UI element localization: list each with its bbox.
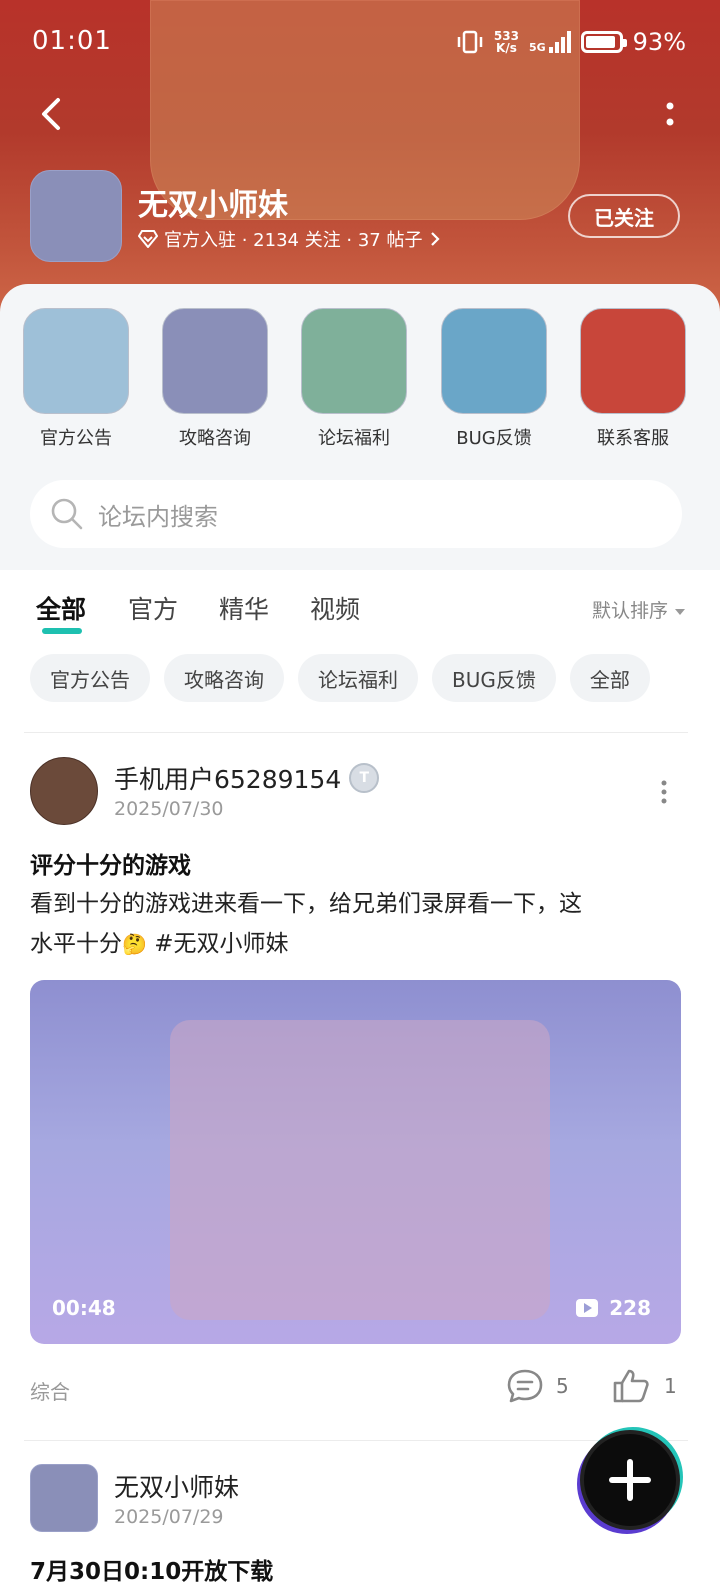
quick-nav-benefits[interactable]: 论坛福利	[294, 308, 414, 450]
tab-label: 官方	[128, 595, 179, 624]
sort-label: 默认排序	[591, 600, 668, 622]
status-icons: 533 K/s 5G 93%	[456, 28, 686, 56]
battery-icon	[580, 31, 627, 53]
create-post-button[interactable]	[580, 1430, 680, 1530]
post-author-avatar[interactable]	[30, 757, 98, 825]
quick-nav-thumb	[23, 308, 129, 414]
quick-nav-bug-report[interactable]: BUG反馈	[434, 308, 554, 450]
comment-icon	[507, 1369, 543, 1403]
comment-count: 5	[556, 1374, 569, 1398]
post-author[interactable]: 手机用户65289154 T	[114, 760, 380, 796]
more-options-button[interactable]	[660, 98, 680, 134]
forum-header: 01:01 533 K/s 5G 93% 无双小师妹 官方入驻 · 2134 关…	[0, 0, 720, 330]
more-vertical-icon	[661, 780, 667, 804]
like-button[interactable]: 1	[612, 1368, 677, 1404]
comment-button[interactable]: 5	[506, 1368, 569, 1404]
chip-all[interactable]: 全部	[569, 654, 650, 702]
post-body[interactable]: 看到十分的游戏进来看一下，给兄弟们录屏看一下，这 水平十分🤔 #无双小师妹	[30, 884, 690, 964]
quick-nav-guides[interactable]: 攻略咨询	[155, 308, 275, 450]
status-time: 01:01	[32, 26, 112, 56]
post-category: 综合	[30, 1380, 70, 1404]
video-play-count-value: 228	[609, 1296, 651, 1320]
like-count: 1	[664, 1374, 677, 1398]
post-hashtag[interactable]: #无双小师妹	[147, 931, 288, 957]
quick-nav-label: 官方公告	[40, 428, 112, 449]
forum-meta[interactable]: 官方入驻 · 2134 关注 · 37 帖子	[138, 226, 441, 252]
signal-icon	[548, 31, 571, 53]
post-date: 2025/07/30	[114, 798, 224, 820]
thinking-emoji-icon: 🤔	[122, 932, 147, 956]
quick-nav-label: BUG反馈	[456, 428, 532, 449]
sort-dropdown[interactable]: 默认排序	[592, 596, 686, 623]
network-type: 5G	[528, 41, 546, 54]
post-author-name: 手机用户65289154	[114, 765, 342, 794]
tab-label: 精华	[219, 595, 270, 624]
chip-announcement[interactable]: 官方公告	[30, 654, 150, 702]
post-date: 2025/07/29	[114, 1506, 224, 1528]
content-tabs: 全部 官方 精华 视频 默认排序	[0, 570, 720, 646]
quick-nav-support[interactable]: 联系客服	[573, 308, 693, 450]
caret-down-icon	[675, 609, 685, 615]
post-video-thumbnail[interactable]: 00:48 228	[30, 980, 681, 1344]
post-author-avatar[interactable]	[30, 1464, 98, 1532]
quick-nav-thumb	[580, 308, 686, 414]
battery-percent: 93%	[632, 28, 686, 56]
tab-label: 视频	[310, 595, 361, 624]
status-bar: 01:01 533 K/s 5G 93%	[0, 0, 720, 84]
post-body-text: 水平十分	[30, 931, 122, 957]
tab-all[interactable]: 全部	[36, 590, 87, 634]
video-preview-image	[170, 1020, 550, 1320]
quick-nav-thumb	[301, 308, 407, 414]
forum-meta-text: 官方入驻 · 2134 关注 · 37 帖子	[164, 230, 423, 251]
video-duration: 00:48	[52, 1296, 116, 1320]
divider	[24, 732, 688, 733]
tab-featured[interactable]: 精华	[219, 590, 269, 626]
post-body-line: 水平十分🤔 #无双小师妹	[30, 924, 690, 964]
quick-nav-announcement[interactable]: 官方公告	[16, 308, 136, 450]
tab-official[interactable]: 官方	[128, 590, 178, 626]
more-vertical-icon	[666, 102, 674, 126]
play-icon	[576, 1299, 599, 1317]
post-title[interactable]: 7月30日0:10开放下载	[30, 1552, 273, 1586]
chip-benefits[interactable]: 论坛福利	[298, 654, 418, 702]
plus-icon	[609, 1459, 651, 1501]
chevron-right-icon	[430, 232, 440, 246]
divider	[24, 1440, 688, 1441]
search-input[interactable]: 论坛内搜索	[30, 480, 682, 548]
video-play-count: 228	[575, 1296, 651, 1320]
follow-button[interactable]: 已关注	[568, 194, 680, 238]
speed-unit: K/s	[496, 41, 517, 55]
search-placeholder: 论坛内搜索	[98, 502, 218, 531]
search-icon	[51, 498, 83, 530]
chevron-left-icon	[42, 98, 60, 130]
level-badge: T	[349, 763, 380, 793]
quick-nav-label: 攻略咨询	[179, 428, 251, 449]
forum-name: 无双小师妹	[138, 188, 288, 223]
quick-nav-thumb	[162, 308, 268, 414]
vibrate-icon	[457, 30, 483, 54]
chip-guides[interactable]: 攻略咨询	[164, 654, 284, 702]
tab-label: 全部	[36, 595, 87, 624]
tab-video[interactable]: 视频	[310, 590, 360, 626]
thumbs-up-icon	[613, 1369, 649, 1403]
category-chips: 官方公告 攻略咨询 论坛福利 BUG反馈 全部	[30, 654, 650, 702]
post-author-name[interactable]: 无双小师妹	[114, 1468, 239, 1504]
chip-bug-report[interactable]: BUG反馈	[432, 654, 556, 702]
quick-nav-panel: 官方公告 攻略咨询 论坛福利 BUG反馈 联系客服 论坛内搜索	[0, 284, 720, 570]
post-body-line: 看到十分的游戏进来看一下，给兄弟们录屏看一下，这	[30, 891, 582, 917]
post-more-button[interactable]	[660, 780, 668, 804]
quick-nav-label: 论坛福利	[318, 428, 390, 449]
network-speed: 533 K/s	[494, 30, 519, 54]
post-title[interactable]: 评分十分的游戏	[30, 846, 191, 880]
verified-diamond-icon	[138, 230, 158, 248]
forum-avatar	[30, 170, 122, 262]
quick-nav-label: 联系客服	[597, 428, 669, 449]
back-button[interactable]	[32, 94, 72, 134]
quick-nav-thumb	[441, 308, 547, 414]
tab-active-indicator	[42, 628, 82, 634]
